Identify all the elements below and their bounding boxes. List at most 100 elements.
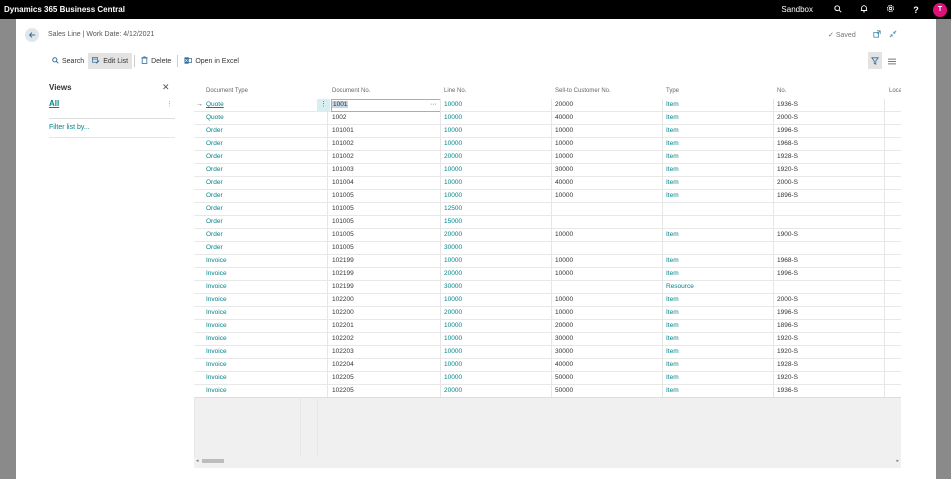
col-type-cell[interactable]: Item — [666, 372, 679, 385]
col-document-type-cell[interactable]: Invoice — [206, 268, 227, 281]
table-row[interactable]: Invoice 102199 20000 10000 Item 1996-S — [194, 268, 901, 281]
col-document-type-cell[interactable]: Order — [206, 203, 223, 216]
col-line-no-cell[interactable]: 10000 — [444, 372, 462, 385]
table-row[interactable]: Order 101001 10000 10000 Item 1996-S — [194, 125, 901, 138]
col-document-no-header[interactable]: Document No. — [332, 88, 370, 94]
col-type-cell[interactable]: Item — [666, 333, 679, 346]
col-type-cell[interactable]: Item — [666, 138, 679, 151]
table-row[interactable]: Invoice 102203 10000 30000 Item 1920-S — [194, 346, 901, 359]
open-new-window-icon[interactable] — [873, 30, 881, 40]
horizontal-scrollbar[interactable]: ◂ ▸ — [194, 457, 901, 465]
scrollbar-thumb[interactable] — [202, 459, 224, 463]
more-options-icon[interactable]: ⋮ — [166, 100, 173, 108]
col-document-type-cell[interactable]: Order — [206, 190, 223, 203]
app-title[interactable]: Dynamics 365 Business Central — [4, 5, 125, 14]
col-document-type-cell[interactable]: Invoice — [206, 255, 227, 268]
table-row[interactable]: → ⋮ Quote 1001 10000 20000 Item 1936-S ··· — [194, 99, 901, 112]
col-line-no-cell[interactable]: 20000 — [444, 229, 462, 242]
col-document-type-cell[interactable]: Invoice — [206, 333, 227, 346]
col-line-no-cell[interactable]: 10000 — [444, 359, 462, 372]
col-line-no-cell[interactable]: 10000 — [444, 346, 462, 359]
col-type-cell[interactable]: Item — [666, 307, 679, 320]
col-document-type-cell[interactable]: Order — [206, 216, 223, 229]
col-type-cell[interactable]: Item — [666, 164, 679, 177]
table-row[interactable]: Invoice 102200 20000 10000 Item 1996-S — [194, 307, 901, 320]
col-document-type-cell[interactable]: Invoice — [206, 320, 227, 333]
table-row[interactable]: Order 101005 20000 10000 Item 1900-S — [194, 229, 901, 242]
col-document-type-cell[interactable]: Invoice — [206, 372, 227, 385]
table-row[interactable]: Order 101005 10000 10000 Item 1896-S — [194, 190, 901, 203]
col-line-no-header[interactable]: Line No. — [444, 88, 466, 94]
col-type-cell[interactable]: Item — [666, 268, 679, 281]
lookup-more-icon[interactable]: ··· — [430, 99, 437, 110]
help-icon[interactable]: ? — [903, 5, 929, 15]
search-button[interactable]: Search — [48, 53, 88, 69]
document-no-input[interactable]: 1001 — [332, 101, 349, 108]
col-type-cell[interactable]: Item — [666, 294, 679, 307]
table-row[interactable]: Invoice 102200 10000 10000 Item 2000-S — [194, 294, 901, 307]
col-document-type-cell[interactable]: Order — [206, 177, 223, 190]
scroll-left-icon[interactable]: ◂ — [196, 457, 199, 465]
col-type-cell[interactable]: Item — [666, 320, 679, 333]
col-line-no-cell[interactable]: 20000 — [444, 307, 462, 320]
col-line-no-cell[interactable]: 20000 — [444, 151, 462, 164]
col-line-no-cell[interactable]: 10000 — [444, 294, 462, 307]
col-type-cell[interactable]: Item — [666, 125, 679, 138]
col-type-cell[interactable]: Item — [666, 99, 679, 112]
user-avatar[interactable]: T — [933, 2, 947, 17]
table-row[interactable]: Invoice 102205 10000 50000 Item 1920-S — [194, 372, 901, 385]
table-row[interactable]: Order 101005 30000 — [194, 242, 901, 255]
col-type-cell[interactable]: Resource — [666, 281, 694, 294]
bell-icon[interactable] — [851, 4, 877, 15]
col-document-type-cell[interactable]: Quote — [206, 99, 224, 112]
col-document-type-cell[interactable]: Order — [206, 138, 223, 151]
table-row[interactable]: Invoice 102199 10000 10000 Item 1968-S — [194, 255, 901, 268]
col-document-type-header[interactable]: Document Type — [206, 88, 248, 94]
col-document-type-cell[interactable]: Order — [206, 229, 223, 242]
col-document-type-cell[interactable]: Invoice — [206, 346, 227, 359]
col-document-type-cell[interactable]: Invoice — [206, 281, 227, 294]
list-view-button[interactable] — [886, 53, 898, 69]
col-line-no-cell[interactable]: 10000 — [444, 255, 462, 268]
delete-button[interactable]: Delete — [137, 53, 175, 69]
view-all[interactable]: All — [49, 99, 59, 108]
col-line-no-cell[interactable]: 10000 — [444, 138, 462, 151]
filter-pane-button[interactable] — [868, 52, 882, 69]
col-type-cell[interactable]: Item — [666, 151, 679, 164]
col-location-header[interactable]: Loca — [889, 88, 901, 94]
col-line-no-cell[interactable]: 10000 — [444, 190, 462, 203]
scroll-right-icon[interactable]: ▸ — [896, 457, 899, 465]
col-document-type-cell[interactable]: Order — [206, 151, 223, 164]
col-type-header[interactable]: Type — [666, 88, 679, 94]
back-button[interactable] — [25, 28, 39, 42]
col-line-no-cell[interactable]: 10000 — [444, 112, 462, 125]
table-row[interactable]: Order 101003 10000 30000 Item 1920-S — [194, 164, 901, 177]
collapse-icon[interactable] — [889, 30, 897, 40]
col-type-cell[interactable]: Item — [666, 346, 679, 359]
edit-list-button[interactable]: Edit List — [88, 53, 133, 69]
table-row[interactable]: Quote 1002 10000 40000 Item 2000-S — [194, 112, 901, 125]
table-row[interactable]: Order 101002 10000 10000 Item 1968-S — [194, 138, 901, 151]
col-document-type-cell[interactable]: Order — [206, 164, 223, 177]
col-document-type-cell[interactable]: Quote — [206, 112, 224, 125]
col-line-no-cell[interactable]: 10000 — [444, 333, 462, 346]
col-type-cell[interactable]: Item — [666, 190, 679, 203]
col-type-cell[interactable]: Item — [666, 112, 679, 125]
col-line-no-cell[interactable]: 10000 — [444, 320, 462, 333]
col-type-cell[interactable]: Item — [666, 255, 679, 268]
col-line-no-cell[interactable]: 10000 — [444, 164, 462, 177]
search-icon[interactable] — [825, 4, 851, 15]
col-document-type-cell[interactable]: Invoice — [206, 294, 227, 307]
filter-list-by-link[interactable]: Filter list by... — [49, 124, 90, 131]
col-line-no-cell[interactable]: 30000 — [444, 281, 462, 294]
row-actions-icon[interactable]: ⋮ — [317, 99, 330, 112]
col-line-no-cell[interactable]: 10000 — [444, 99, 462, 112]
col-document-no-cell[interactable]: 1001 — [332, 99, 349, 112]
close-icon[interactable]: ✕ — [162, 82, 170, 93]
table-row[interactable]: Order 101005 15000 — [194, 216, 901, 229]
col-line-no-cell[interactable]: 30000 — [444, 242, 462, 255]
col-document-type-cell[interactable]: Order — [206, 242, 223, 255]
table-row[interactable]: Invoice 102201 10000 20000 Item 1896-S — [194, 320, 901, 333]
col-line-no-cell[interactable]: 15000 — [444, 216, 462, 229]
gear-icon[interactable] — [877, 4, 903, 15]
